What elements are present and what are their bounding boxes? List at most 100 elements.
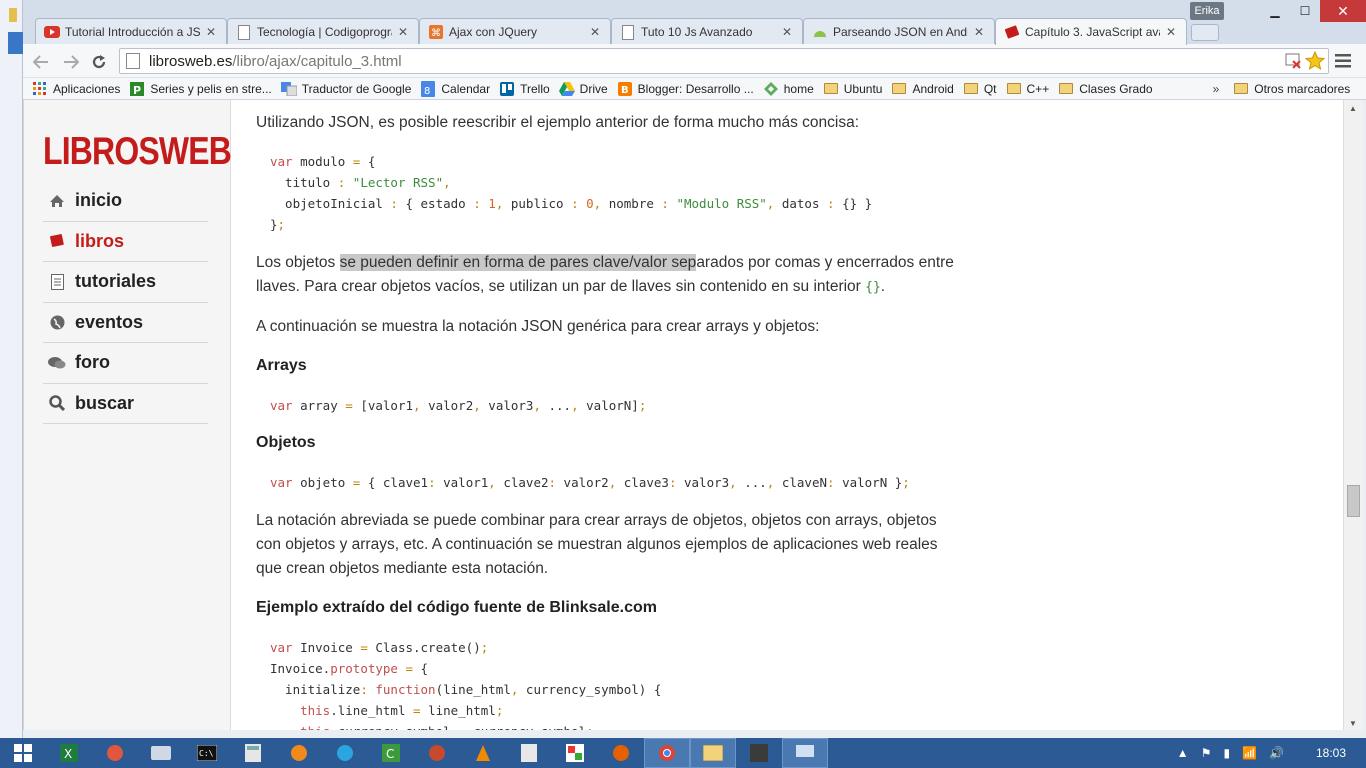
folder-icon	[823, 81, 839, 97]
power-icon[interactable]: ▮	[1223, 746, 1230, 760]
taskbar-cmd[interactable]: C:\	[184, 738, 230, 768]
forward-button[interactable]	[61, 52, 81, 72]
bookmark-folder-android[interactable]: Android	[891, 81, 954, 97]
selected-text: se pueden definir en forma de pares clav…	[339, 254, 697, 271]
window-controls: Erika ▁ ☐ ✕	[1190, 0, 1366, 22]
bookmark-label: Otros marcadores	[1254, 81, 1351, 96]
reload-button[interactable]	[89, 52, 109, 72]
nav-label: tutoriales	[75, 271, 157, 292]
bookmark-trello[interactable]: Trello	[499, 81, 550, 97]
bookmark-label: Aplicaciones	[53, 81, 121, 96]
taskbar-keyboard[interactable]	[138, 738, 184, 768]
nav-label: eventos	[75, 311, 144, 332]
close-icon[interactable]: ✕	[204, 25, 218, 39]
document-icon	[48, 273, 66, 290]
close-icon[interactable]: ✕	[972, 25, 986, 39]
taskbar-camtasia[interactable]: C	[368, 738, 414, 768]
bookmark-blogger[interactable]: B Blogger: Desarrollo ...	[617, 81, 754, 97]
close-icon[interactable]: ✕	[780, 25, 794, 39]
librosweb-icon	[1004, 24, 1020, 40]
nav-item-foro[interactable]: foro	[43, 343, 208, 384]
taskbar-firefox[interactable]	[598, 738, 644, 768]
other-bookmarks-folder[interactable]: Otros marcadores	[1233, 81, 1350, 97]
taskbar-calculator[interactable]	[230, 738, 276, 768]
user-badge[interactable]: Erika	[1190, 2, 1224, 20]
tab-tutorial-json[interactable]: Tutorial Introducción a JSON ✕	[35, 18, 227, 45]
tab-capitulo-3[interactable]: Capítulo 3. JavaScript avanzado ✕	[995, 18, 1187, 45]
nav-item-tutoriales[interactable]: tutoriales	[43, 262, 208, 303]
flag-icon[interactable]: ⚑	[1201, 746, 1212, 760]
address-bar[interactable]: librosweb.es /libro/ajax/capitulo_3.html	[119, 48, 1329, 74]
taskbar-network[interactable]	[782, 738, 828, 768]
tab-tuto-js[interactable]: Tuto 10 Js Avanzado ✕	[611, 18, 803, 45]
windows-taskbar: X C:\ C ▲ ⚑ ▮ 📶 🔊 18:03	[0, 738, 1366, 768]
page-icon	[620, 24, 636, 40]
folder-icon	[891, 81, 907, 97]
vertical-scrollbar[interactable]: ▲ ▼	[1343, 100, 1363, 730]
taskbar-skype[interactable]	[322, 738, 368, 768]
nav-item-libros[interactable]: libros	[43, 222, 208, 262]
taskbar-vlc[interactable]	[460, 738, 506, 768]
bookmark-label: home	[783, 81, 814, 96]
minimize-button[interactable]: ▁	[1260, 0, 1290, 22]
taskbar-picture[interactable]	[552, 738, 598, 768]
signal-icon[interactable]: 📶	[1242, 746, 1257, 760]
bookmark-series[interactable]: P Series y pelis en stre...	[129, 81, 272, 97]
bookmark-folder-ubuntu[interactable]: Ubuntu	[823, 81, 883, 97]
close-icon[interactable]: ✕	[588, 25, 602, 39]
bookmark-traductor[interactable]: Traductor de Google	[280, 81, 411, 97]
taskbar-paint[interactable]	[92, 738, 138, 768]
code-block-objetos: var objeto = { clave1: valor1, clave2: v…	[270, 475, 910, 490]
bookmark-home[interactable]: home	[763, 81, 814, 97]
close-icon[interactable]: ✕	[396, 25, 410, 39]
youtube-icon	[44, 24, 60, 40]
tray-overflow-icon[interactable]: ▲	[1177, 746, 1189, 760]
taskbar-chrome[interactable]	[644, 738, 690, 768]
taskbar-app[interactable]	[414, 738, 460, 768]
bookmark-drive[interactable]: Drive	[558, 81, 608, 97]
browser-toolbar: librosweb.es /libro/ajax/capitulo_3.html	[23, 44, 1366, 78]
clock[interactable]: 18:03	[1316, 746, 1346, 760]
tab-ajax-jquery[interactable]: ⌘ Ajax con JQuery ✕	[419, 18, 611, 45]
bookmark-calendar[interactable]: 8 Calendar	[420, 80, 490, 97]
taskbar-media[interactable]	[276, 738, 322, 768]
bookmark-label: Android	[912, 81, 954, 96]
back-button[interactable]	[31, 52, 51, 72]
menu-icon[interactable]	[1335, 53, 1351, 74]
nav-label: foro	[75, 352, 110, 373]
home-icon	[48, 194, 66, 208]
close-icon[interactable]: ✕	[1164, 25, 1178, 39]
paragraph-generic: A continuación se muestra la notación JS…	[256, 318, 820, 335]
close-window-button[interactable]: ✕	[1320, 0, 1366, 22]
scroll-up-icon[interactable]: ▲	[1349, 104, 1357, 113]
tab-label: Ajax con JQuery	[449, 25, 538, 39]
bookmark-aplicaciones[interactable]: Aplicaciones	[32, 81, 120, 97]
bookmark-folder-clases[interactable]: Clases Grado	[1058, 81, 1153, 97]
bookmark-star-icon[interactable]	[1304, 50, 1326, 76]
volume-icon[interactable]: 🔊	[1269, 746, 1284, 760]
maximize-button[interactable]: ☐	[1290, 0, 1320, 22]
nav-item-buscar[interactable]: buscar	[43, 384, 208, 424]
blocked-popup-icon[interactable]	[1285, 52, 1303, 75]
site-logo[interactable]: LIBROSWEB	[43, 130, 232, 174]
bookmarks-overflow-button[interactable]: »	[1213, 82, 1220, 96]
taskbar-notepad[interactable]	[506, 738, 552, 768]
new-tab-button[interactable]	[1191, 24, 1219, 41]
taskbar-excel[interactable]: X	[46, 738, 92, 768]
nav-item-eventos[interactable]: eventos	[43, 303, 208, 343]
blogger-icon: B	[617, 81, 633, 97]
bookmark-folder-qt[interactable]: Qt	[963, 81, 997, 97]
tab-codigoprogramacion[interactable]: Tecnología | Codigoprogramación ✕	[227, 18, 419, 45]
taskbar-sublime[interactable]	[736, 738, 782, 768]
tab-parseando-json[interactable]: Parseando JSON en Android ✕	[803, 18, 995, 45]
bookmark-folder-cpp[interactable]: C++	[1006, 81, 1049, 97]
paragraph-intro: Utilizando JSON, es posible reescribir e…	[256, 114, 860, 131]
taskbar-explorer[interactable]	[690, 738, 736, 768]
bookmark-label: Ubuntu	[843, 81, 883, 96]
apps-grid-icon	[32, 81, 48, 97]
start-button[interactable]	[0, 738, 46, 768]
scroll-down-icon[interactable]: ▼	[1349, 719, 1357, 728]
nav-item-inicio[interactable]: inicio	[43, 181, 208, 222]
diamond-icon	[763, 81, 779, 97]
scrollbar-thumb[interactable]	[1347, 485, 1360, 517]
